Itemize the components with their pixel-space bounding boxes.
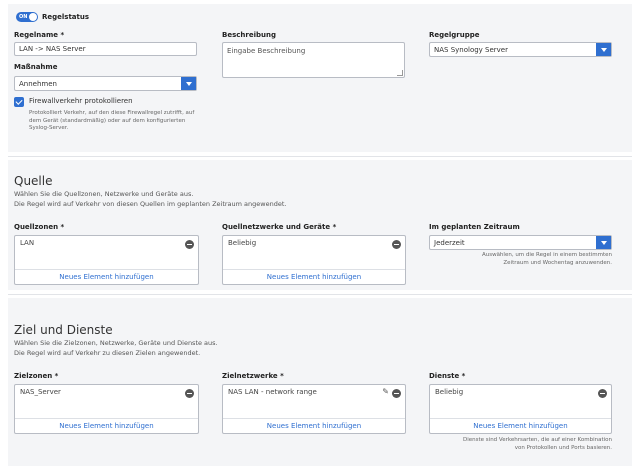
schedule-select[interactable]: Jederzeit (429, 235, 612, 250)
add-item-button[interactable]: Neues Element hinzufügen (15, 269, 198, 284)
toggle-on-text: ON (19, 13, 28, 20)
rule-group-select[interactable]: NAS Synology Server (429, 42, 612, 57)
description-textarea[interactable]: Eingabe Beschreibung (222, 42, 405, 78)
destination-networks-label: Zielnetzwerke * (222, 372, 284, 380)
add-item-button[interactable]: Neues Element hinzufügen (223, 418, 405, 433)
add-item-button[interactable]: Neues Element hinzufügen (430, 418, 611, 433)
log-traffic-checkbox[interactable] (14, 97, 24, 107)
services-note-line: von Protokollen und Ports basieren. (514, 444, 612, 451)
services-note-line: Dienste sind Verkehrsarten, die auf eine… (463, 437, 612, 443)
list-item[interactable]: LAN (20, 239, 34, 247)
add-item-button[interactable]: Neues Element hinzufügen (223, 269, 405, 284)
list-item[interactable]: Beliebig (435, 388, 463, 396)
rule-name-label: Regelname * (14, 31, 65, 39)
source-desc-line: Die Regel wird auf Verkehr von diesen Qu… (14, 199, 287, 208)
remove-icon[interactable] (598, 389, 607, 398)
destination-networks-list: NAS LAN - network range ✎ Neues Element … (222, 384, 406, 434)
log-traffic-note-line: Syslog-Server. (29, 125, 69, 132)
add-item-button[interactable]: Neues Element hinzufügen (15, 418, 198, 433)
schedule-note-line: Auswählen, um die Regel in einem bestimm… (481, 252, 612, 258)
toggle-knob (29, 13, 37, 21)
destination-desc-line: Wählen Sie die Zielzonen, Netzwerke, Ger… (14, 339, 218, 347)
description-placeholder: Eingabe Beschreibung (227, 47, 306, 55)
rule-name-input[interactable]: LAN -> NAS Server (14, 42, 197, 56)
schedule-label: Im geplanten Zeitraum (429, 223, 520, 231)
services-note: Dienste sind Verkehrsarten, die auf eine… (429, 437, 612, 452)
rule-status-toggle[interactable]: ON Regelstatus (16, 12, 89, 22)
pencil-icon[interactable]: ✎ (382, 388, 389, 396)
destination-desc-line: Die Regel wird auf Verkehr zu diesen Zie… (14, 348, 201, 357)
divider (8, 294, 632, 295)
rule-status-label: Regelstatus (42, 13, 90, 21)
destination-title: Ziel und Dienste (14, 323, 113, 337)
services-label: Dienste * (429, 372, 466, 380)
log-traffic-label: Firewallverkehr protokollieren (29, 97, 133, 105)
remove-icon[interactable] (185, 389, 194, 398)
action-label: Maßnahme (14, 63, 58, 71)
list-item[interactable]: NAS LAN - network range (228, 388, 317, 396)
remove-icon[interactable] (392, 389, 401, 398)
source-networks-label: Quellnetzwerke und Geräte * (222, 223, 337, 231)
source-zones-list: LAN Neues Element hinzufügen (14, 235, 199, 285)
rule-group-value: NAS Synology Server (434, 45, 508, 54)
remove-icon[interactable] (392, 240, 401, 249)
schedule-note: Auswählen, um die Regel in einem bestimm… (429, 252, 612, 267)
services-list: Beliebig Neues Element hinzufügen (429, 384, 612, 434)
list-item[interactable]: NAS_Server (20, 388, 61, 396)
source-zones-label: Quellzonen * (14, 223, 65, 231)
log-traffic-note: Protokolliert Verkehr, auf den diese Fir… (29, 110, 229, 133)
chevron-down-icon[interactable] (596, 236, 611, 249)
source-desc-line: Wählen Sie die Quellzonen, Netzwerke und… (14, 190, 194, 198)
rule-group-label: Regelgruppe (429, 31, 480, 39)
log-traffic-note-line: dem Gerät (standardmäßig) oder auf dem k… (29, 117, 186, 124)
chevron-down-icon[interactable] (181, 77, 196, 90)
action-value: Annehmen (19, 79, 57, 88)
divider (8, 156, 632, 157)
list-item[interactable]: Beliebig (228, 239, 256, 247)
log-traffic-note-line: Protokolliert Verkehr, auf den diese Fir… (29, 110, 195, 116)
schedule-note-line: Zeitraum und Wochentag anzuwenden. (503, 259, 612, 266)
chevron-down-icon[interactable] (596, 43, 611, 56)
remove-icon[interactable] (185, 240, 194, 249)
toggle-switch[interactable]: ON (16, 12, 38, 22)
source-description: Wählen Sie die Quellzonen, Netzwerke und… (14, 190, 286, 210)
source-networks-list: Beliebig Neues Element hinzufügen (222, 235, 406, 285)
destination-description: Wählen Sie die Zielzonen, Netzwerke, Ger… (14, 339, 218, 359)
resize-grip-icon[interactable] (397, 70, 403, 76)
description-label: Beschreibung (222, 31, 276, 39)
action-select[interactable]: Annehmen (14, 76, 197, 91)
destination-zones-list: NAS_Server Neues Element hinzufügen (14, 384, 199, 434)
source-title: Quelle (14, 174, 53, 188)
destination-zones-label: Zielzonen * (14, 372, 59, 380)
schedule-value: Jederzeit (434, 238, 465, 247)
